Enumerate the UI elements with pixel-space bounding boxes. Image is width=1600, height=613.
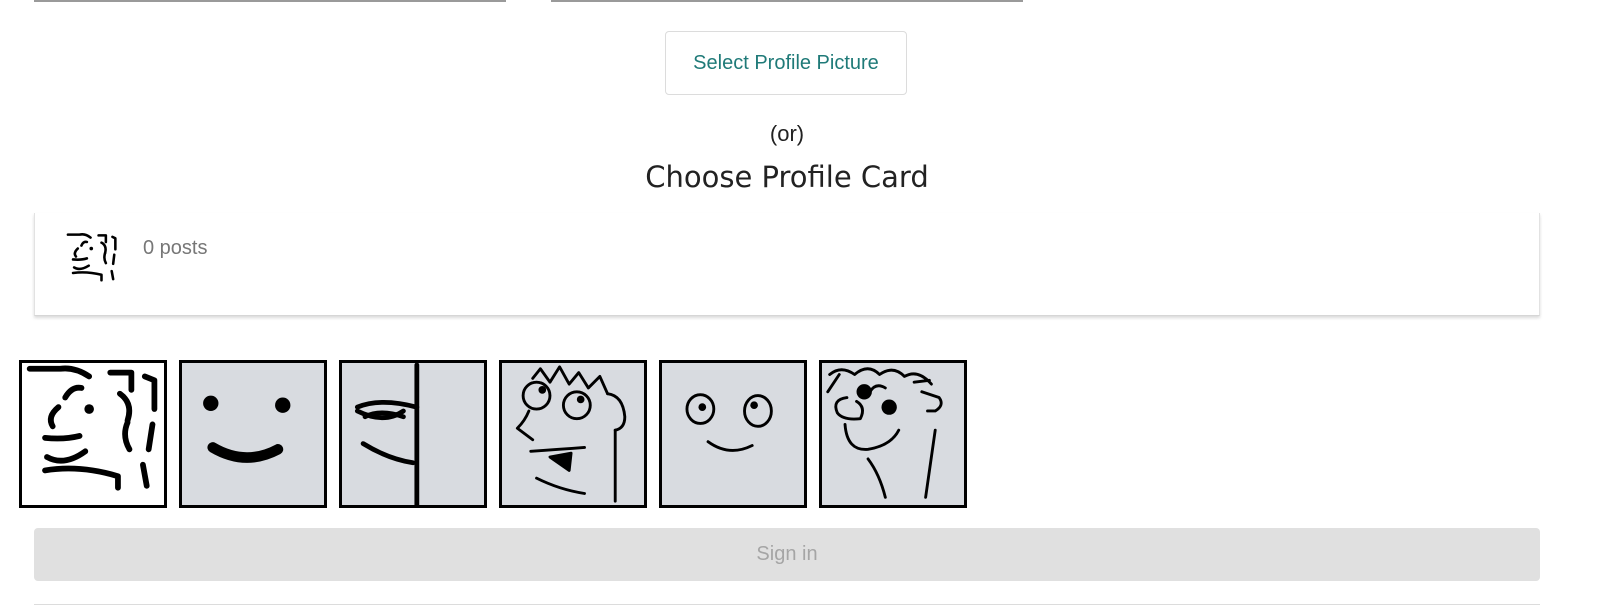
profile-card-option-4[interactable] bbox=[499, 360, 647, 508]
avatar-face-icon bbox=[65, 231, 119, 285]
profile-card-option-5[interactable] bbox=[659, 360, 807, 508]
profile-card-preview: 0 posts bbox=[34, 213, 1540, 316]
profile-card-option-6[interactable] bbox=[819, 360, 967, 508]
choose-profile-card-title: Choose Profile Card bbox=[645, 160, 929, 194]
smiley-face-icon bbox=[203, 395, 291, 463]
cartoon-face-icon bbox=[826, 367, 943, 499]
sign-in-button[interactable]: Sign in bbox=[34, 528, 1540, 581]
last-name-field-underline[interactable] bbox=[551, 0, 1023, 2]
profile-card-option-3[interactable] bbox=[339, 360, 487, 508]
half-face-icon bbox=[354, 363, 420, 505]
posts-count: 0 posts bbox=[143, 237, 208, 259]
first-name-field-underline[interactable] bbox=[34, 0, 506, 2]
goofy-face-icon bbox=[515, 365, 627, 503]
profile-card-option-2[interactable] bbox=[179, 360, 327, 508]
profile-card-option-1[interactable] bbox=[19, 360, 167, 508]
or-divider-text: (or) bbox=[769, 121, 805, 146]
round-eyes-face-icon bbox=[685, 393, 773, 452]
select-profile-picture-button[interactable]: Select Profile Picture bbox=[665, 31, 907, 95]
scribble-face-icon bbox=[26, 365, 158, 491]
divider-line bbox=[34, 604, 1540, 605]
